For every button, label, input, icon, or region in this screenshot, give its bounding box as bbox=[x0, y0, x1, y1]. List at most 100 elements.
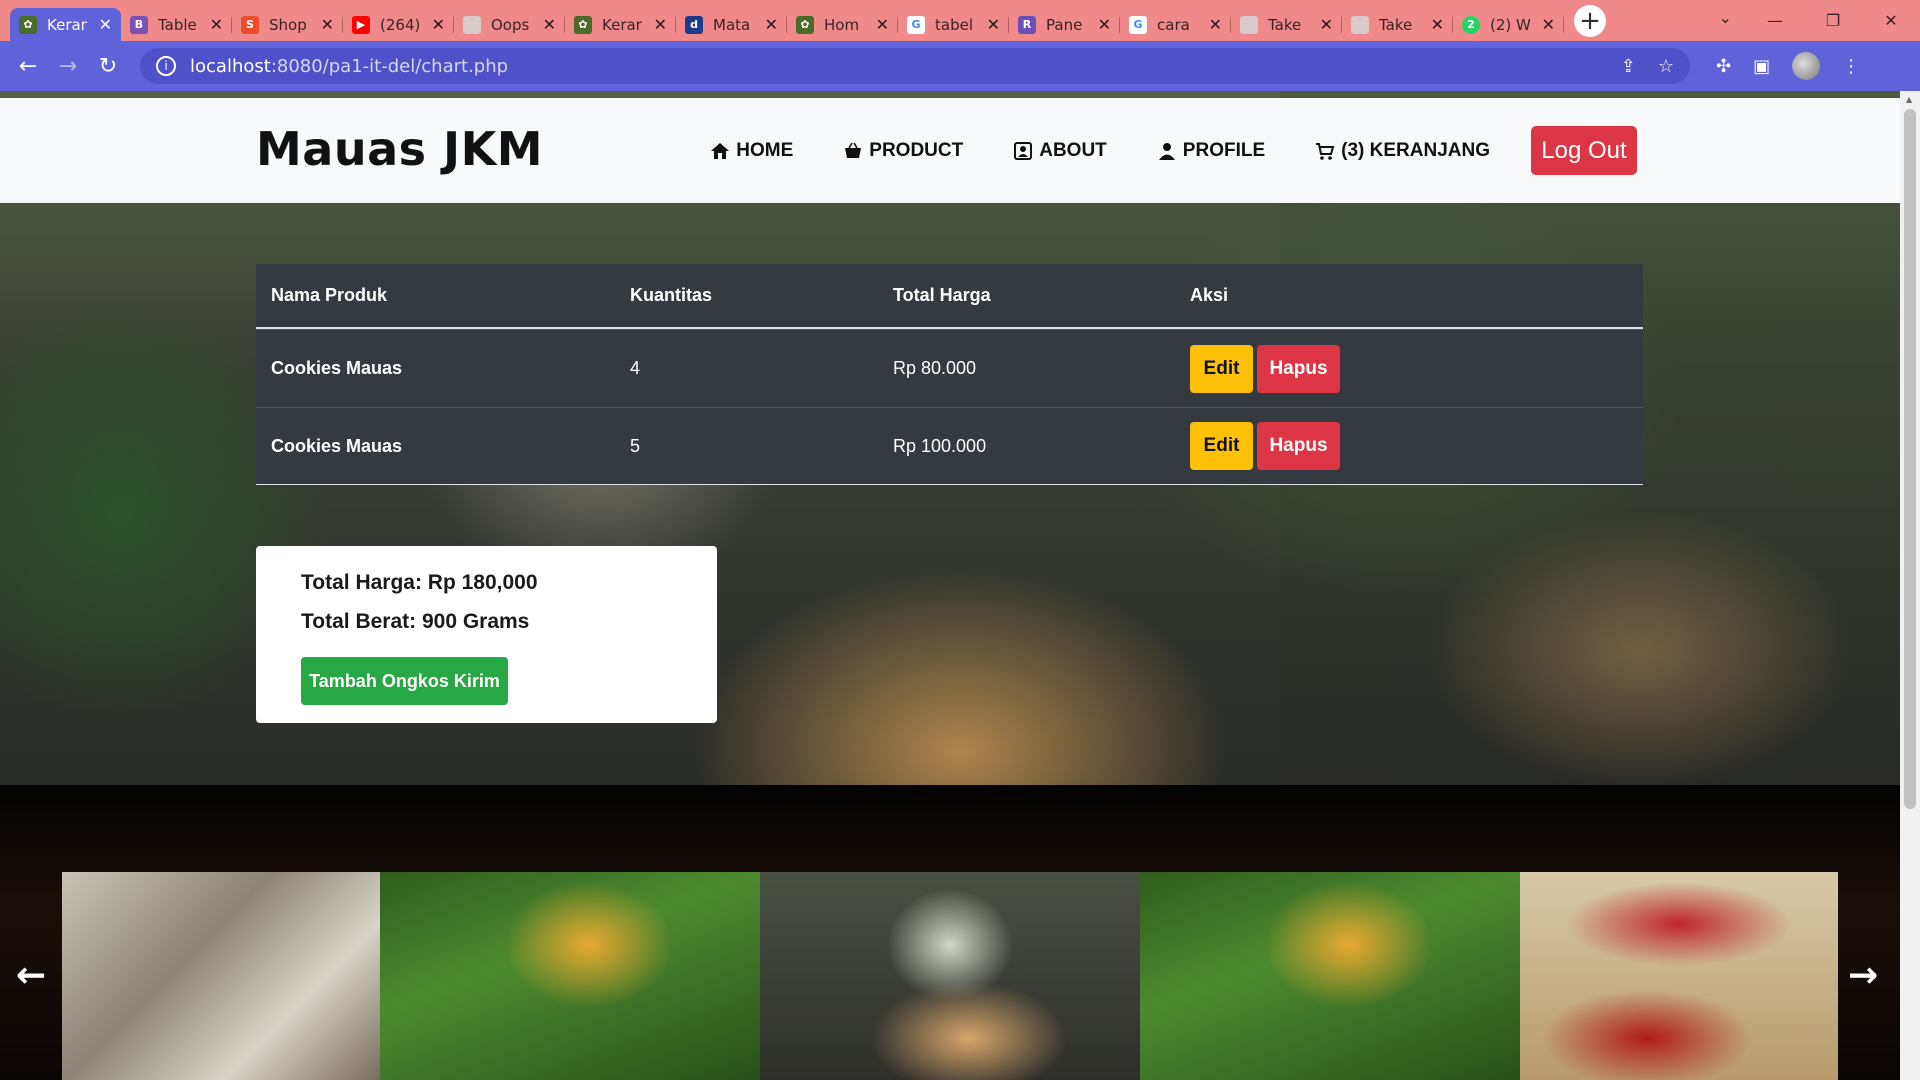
total-weight-text: Total Berat: 900 Grams bbox=[301, 610, 530, 633]
browser-tab[interactable]: d Mata ✕ bbox=[676, 8, 787, 41]
action-cell: Edit Hapus bbox=[1180, 344, 1340, 393]
tab-search-icon[interactable]: ⌄ bbox=[1719, 8, 1732, 27]
forward-icon[interactable]: → bbox=[48, 54, 88, 79]
carousel-image-chili[interactable] bbox=[1520, 872, 1838, 1080]
close-icon[interactable]: ✕ bbox=[1542, 15, 1555, 34]
edit-button[interactable]: Edit bbox=[1190, 422, 1253, 470]
total-price-cell: Rp 100.000 bbox=[893, 435, 987, 456]
nav-about[interactable]: ABOUT bbox=[1013, 140, 1107, 162]
browser-tab[interactable]: 2 (2) W ✕ bbox=[1453, 8, 1564, 41]
close-icon[interactable]: ✕ bbox=[99, 15, 112, 34]
cart-icon bbox=[1316, 143, 1335, 160]
close-icon[interactable]: ✕ bbox=[1098, 15, 1111, 34]
add-shipping-button[interactable]: Tambah Ongkos Kirim bbox=[301, 657, 508, 705]
contact-card-icon bbox=[1014, 142, 1033, 160]
bootstrap-icon: B bbox=[130, 15, 148, 34]
globe-icon bbox=[463, 15, 481, 34]
address-bar-row: ← → ↻ i localhost:8080/pa1-it-del/chart.… bbox=[0, 41, 1920, 91]
window-controls: — ❐ ✕ bbox=[1746, 0, 1920, 41]
leaf-icon: ✿ bbox=[574, 15, 592, 34]
image-carousel bbox=[62, 872, 1838, 1080]
cart-table: Nama Produk Kuantitas Total Harga Aksi C… bbox=[256, 264, 1643, 485]
column-header: Total Harga bbox=[893, 285, 991, 305]
tab-title: Shop bbox=[269, 15, 307, 34]
column-header: Kuantitas bbox=[630, 285, 713, 305]
edit-button[interactable]: Edit bbox=[1190, 344, 1253, 393]
url-host: localhost bbox=[190, 55, 271, 77]
browser-tab-bar: ✿ Keran ✕ B Table ✕ S Shop ✕ ▶ (264) ✕ O… bbox=[0, 0, 1920, 41]
new-tab-button[interactable]: + bbox=[1574, 5, 1606, 37]
delete-button[interactable]: Hapus bbox=[1257, 344, 1340, 393]
nav-keranjang[interactable]: (3) KERANJANG bbox=[1315, 140, 1490, 162]
shopee-icon: S bbox=[241, 15, 259, 34]
google-icon: G bbox=[907, 15, 925, 34]
close-window-icon[interactable]: ✕ bbox=[1862, 0, 1920, 41]
nav-product[interactable]: PRODUCT bbox=[843, 140, 963, 162]
browser-tab[interactable]: ✿ Hom ✕ bbox=[787, 8, 898, 41]
side-panel-icon[interactable]: ▣ bbox=[1753, 56, 1770, 77]
carousel-image-cookies[interactable] bbox=[760, 872, 1140, 1080]
info-icon[interactable]: i bbox=[156, 56, 176, 76]
close-icon[interactable]: ✕ bbox=[543, 15, 556, 34]
share-icon[interactable]: ⇪ bbox=[1621, 56, 1636, 77]
browser-tab[interactable]: ✿ Keran ✕ bbox=[10, 8, 121, 41]
nav-home[interactable]: HOME bbox=[710, 140, 793, 162]
close-icon[interactable]: ✕ bbox=[1209, 15, 1222, 34]
scroll-up-icon[interactable]: ▲ bbox=[1906, 95, 1912, 104]
person-icon bbox=[1158, 143, 1175, 160]
maximize-icon[interactable]: ❐ bbox=[1804, 0, 1862, 41]
close-icon[interactable]: ✕ bbox=[765, 15, 778, 34]
close-icon[interactable]: ✕ bbox=[432, 15, 445, 34]
browser-tab[interactable]: Take ✕ bbox=[1342, 8, 1453, 41]
menu-kebab-icon[interactable]: ⋮ bbox=[1842, 56, 1860, 77]
nav-profile[interactable]: PROFILE bbox=[1157, 140, 1265, 162]
browser-tab[interactable]: Take ✕ bbox=[1231, 8, 1342, 41]
delete-button[interactable]: Hapus bbox=[1257, 422, 1340, 470]
carousel-next-arrow-icon[interactable]: → bbox=[1848, 955, 1878, 996]
browser-tab[interactable]: Oops ✕ bbox=[454, 8, 565, 41]
url-bar[interactable]: i localhost:8080/pa1-it-del/chart.php ⇪ … bbox=[140, 48, 1690, 84]
column-header: Aksi bbox=[1190, 285, 1229, 305]
nav-menu: HOME PRODUCT ABOUT PROFILE (3) KERANJANG bbox=[710, 140, 1490, 162]
table-row: Cookies Mauas 4 Rp 80.000 Edit Hapus bbox=[256, 329, 1643, 407]
tab-title: (264) bbox=[380, 15, 420, 34]
carousel-image-honey[interactable] bbox=[380, 872, 760, 1080]
bookmark-star-icon[interactable]: ☆ bbox=[1658, 56, 1674, 77]
url-path: :8080/pa1-it-del/chart.php bbox=[270, 55, 509, 77]
close-icon[interactable]: ✕ bbox=[654, 15, 667, 34]
browser-tab[interactable]: B Table ✕ bbox=[121, 8, 232, 41]
close-icon[interactable]: ✕ bbox=[321, 15, 334, 34]
site-navbar: Mauas JKM HOME PRODUCT ABOUT PROFILE (3)… bbox=[0, 98, 1900, 203]
tab-title: Take bbox=[1268, 15, 1302, 34]
close-icon[interactable]: ✕ bbox=[1431, 15, 1444, 34]
close-icon[interactable]: ✕ bbox=[987, 15, 1000, 34]
reload-icon[interactable]: ↻ bbox=[88, 54, 128, 79]
profile-avatar[interactable] bbox=[1792, 52, 1821, 80]
browser-tab[interactable]: R Pane ✕ bbox=[1009, 8, 1120, 41]
carousel-image-production[interactable] bbox=[62, 872, 380, 1080]
minimize-icon[interactable]: — bbox=[1746, 0, 1804, 41]
browser-tab[interactable]: G cara ✕ bbox=[1120, 8, 1231, 41]
browser-tab[interactable]: S Shop ✕ bbox=[232, 8, 343, 41]
browser-tab[interactable]: ▶ (264) ✕ bbox=[343, 8, 454, 41]
carousel-prev-arrow-icon[interactable]: ← bbox=[16, 955, 46, 996]
scrollbar-thumb[interactable] bbox=[1904, 109, 1916, 809]
tab-title: Hom bbox=[824, 15, 860, 34]
globe-icon bbox=[1240, 15, 1258, 34]
browser-tab[interactable]: G tabel ✕ bbox=[898, 8, 1009, 41]
action-cell: Edit Hapus bbox=[1180, 422, 1340, 470]
leaf-icon: ✿ bbox=[796, 15, 814, 34]
nav-profile-label: PROFILE bbox=[1182, 140, 1266, 161]
browser-tab[interactable]: ✿ Keran ✕ bbox=[565, 8, 676, 41]
close-icon[interactable]: ✕ bbox=[210, 15, 223, 34]
web-page: Mauas JKM HOME PRODUCT ABOUT PROFILE (3)… bbox=[0, 91, 1900, 1080]
page-scrollbar[interactable]: ▲ bbox=[1900, 91, 1920, 1080]
close-icon[interactable]: ✕ bbox=[1320, 15, 1333, 34]
site-brand[interactable]: Mauas JKM bbox=[256, 122, 543, 176]
tab-title: Keran bbox=[602, 15, 642, 34]
carousel-image-honey[interactable] bbox=[1140, 872, 1520, 1080]
back-icon[interactable]: ← bbox=[8, 54, 48, 79]
close-icon[interactable]: ✕ bbox=[876, 15, 889, 34]
logout-button[interactable]: Log Out bbox=[1531, 126, 1637, 175]
extensions-icon[interactable]: ✣ bbox=[1716, 56, 1731, 77]
